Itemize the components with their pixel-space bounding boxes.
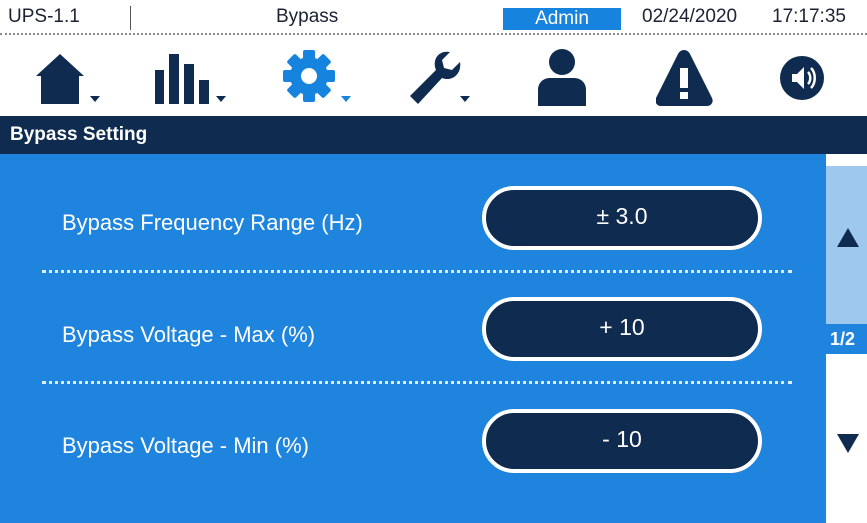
- bypass-voltage-max-value-button[interactable]: + 10: [482, 297, 762, 361]
- settings-panel: Bypass Frequency Range (Hz) ± 3.0 Bypass…: [0, 154, 826, 523]
- status-divider: [0, 33, 867, 35]
- page-indicator: 1/2: [826, 324, 867, 354]
- wrench-icon[interactable]: [404, 46, 484, 110]
- row-divider: [42, 381, 792, 384]
- section-title: Bypass Setting: [10, 124, 148, 145]
- home-icon[interactable]: [34, 46, 114, 110]
- scroll-up-button[interactable]: [826, 166, 867, 324]
- chart-icon[interactable]: [152, 46, 232, 110]
- page-scroller: 1/2: [826, 154, 867, 523]
- bypass-voltage-min-label: Bypass Voltage - Min (%): [62, 433, 309, 458]
- bypass-voltage-min-value-button[interactable]: - 10: [482, 409, 762, 473]
- bypass-frequency-label: Bypass Frequency Range (Hz): [62, 210, 363, 235]
- scroll-down-button[interactable]: [826, 354, 867, 523]
- device-id: UPS-1.1: [8, 6, 80, 27]
- bypass-voltage-max-label: Bypass Voltage - Max (%): [62, 322, 316, 347]
- arrow-up-icon: [837, 228, 859, 247]
- speaker-icon[interactable]: [780, 46, 860, 110]
- warning-icon[interactable]: [656, 46, 736, 110]
- status-separator: [130, 6, 131, 30]
- section-header: Bypass Setting: [0, 116, 867, 154]
- status-time: 17:17:35: [772, 6, 846, 27]
- user-badge: Admin: [503, 8, 621, 30]
- status-bar: UPS-1.1 Bypass Admin 02/24/2020 17:17:35: [0, 0, 867, 36]
- row-divider: [42, 270, 792, 273]
- user-icon[interactable]: [536, 46, 616, 110]
- arrow-down-icon: [837, 434, 859, 453]
- settings-icon[interactable]: [283, 46, 363, 110]
- status-date: 02/24/2020: [642, 6, 738, 27]
- main-navigation: [0, 36, 867, 116]
- operating-mode: Bypass: [276, 6, 339, 27]
- bypass-frequency-value-button[interactable]: ± 3.0: [482, 186, 762, 250]
